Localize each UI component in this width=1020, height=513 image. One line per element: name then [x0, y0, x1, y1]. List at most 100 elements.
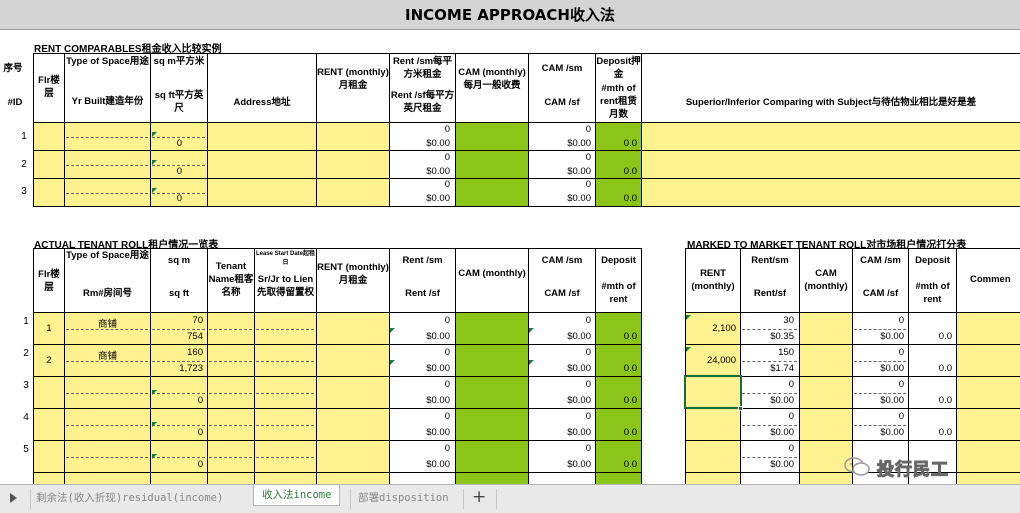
deposit-header: Deposit押金	[596, 56, 641, 80]
yr-built-header: Yr Built建造年份	[71, 96, 144, 107]
type-of-space-header: Type of Space用途	[66, 56, 149, 67]
mm-rent-value: 2,100	[712, 323, 736, 334]
tr-cam-sf-value: $0.00	[567, 363, 591, 374]
tr-lease-start-header: Lease Start Date起租日	[255, 251, 316, 266]
tr-cam-sf-value: $0.00	[567, 427, 591, 438]
tr-mth-value: 0.0	[623, 363, 637, 374]
watermark: 投行民工	[843, 452, 993, 482]
tr-mth-header: #mth of rent	[601, 281, 636, 305]
comp-rent-sm-value: 0	[444, 152, 450, 163]
mm-rent-sf-value: $0.00	[770, 427, 794, 438]
add-sheet-button[interactable]: +	[472, 487, 486, 507]
comp-mth-value: 0.0	[623, 138, 637, 149]
mm-cam-sf-header: CAM /sf	[862, 288, 899, 299]
spreadsheet-grid[interactable]: INCOME APPROACH收入法 RENT COMPARABLES租金收入比…	[0, 0, 1020, 484]
tr-cam-sf-value: $0.00	[567, 395, 591, 406]
comp-cam-sf-value: $0.00	[567, 166, 591, 177]
mm-cam-sf-value: $0.00	[880, 363, 904, 374]
tr-rent-header: RENT (monthly)月租金	[317, 262, 389, 286]
tr-type-value: 商铺	[97, 319, 117, 330]
mm-cam-sm-value: 0	[898, 411, 904, 422]
tr-cam-sm-value: 0	[585, 347, 591, 358]
address-header: Address地址	[233, 97, 291, 108]
tr-cam-header: CAM (monthly)	[458, 268, 526, 279]
tr-rent-sm-value: 0	[444, 443, 450, 454]
comp-flr-col[interactable]	[34, 123, 64, 206]
tr-cam-col[interactable]	[456, 313, 528, 484]
tr-sqft-value: 1,723	[179, 363, 203, 374]
comp-rent-sm-value: 0	[444, 179, 450, 190]
tr-sqft-value: 754	[187, 331, 203, 342]
tr-cam-sm-value: 0	[585, 411, 591, 422]
tr-tenant-col[interactable]	[208, 313, 254, 484]
selected-cell[interactable]	[684, 375, 742, 409]
tr-rent-col[interactable]	[317, 313, 389, 484]
seq-header: 序号	[3, 63, 23, 74]
tr-deposit-header: Deposit	[601, 255, 636, 266]
tab-divider	[463, 489, 464, 509]
tr-row-no: 5	[23, 444, 29, 455]
tr-flr-col[interactable]	[34, 313, 64, 484]
tr-sqm-value: 160	[187, 347, 203, 358]
tab-divider	[496, 489, 497, 509]
tr-rent-sm-header: Rent /sm	[402, 255, 443, 266]
comp-address-col[interactable]	[208, 123, 316, 206]
comp-row-id: 3	[21, 186, 27, 197]
mm-mth-header: #mth of rent	[915, 281, 950, 305]
tr-type-value: 商铺	[97, 351, 117, 362]
tr-row-no: 3	[23, 380, 29, 391]
mm-rent-sm-value: 0	[788, 443, 794, 454]
tr-lease-col[interactable]	[255, 313, 316, 484]
tr-rent-sm-value: 0	[444, 411, 450, 422]
tab-residual[interactable]: 剩余法(收入折现)residual(income)	[36, 488, 223, 509]
tr-sqft-value: 0	[197, 459, 203, 470]
id-header: #ID	[7, 97, 23, 108]
comp-rent-sm-value: 0	[444, 124, 450, 135]
tr-sqm-header: sq m	[167, 255, 191, 266]
comp-cam-sf-value: $0.00	[567, 193, 591, 204]
mm-rent-header: RENT (monthly)	[691, 268, 735, 292]
mm-mth-value: 0.0	[938, 427, 952, 438]
tr-mth-value: 0.0	[623, 459, 637, 470]
comp-row-id: 2	[21, 159, 27, 170]
tr-cam-sm-value: 0	[585, 315, 591, 326]
mm-mth-value: 0.0	[938, 331, 952, 342]
mm-cam-sm-value: 0	[898, 315, 904, 326]
mm-mth-value: 0.0	[938, 363, 952, 374]
mm-rent-sm-value: 150	[778, 347, 794, 358]
mm-rent-sf-value: $0.00	[770, 459, 794, 470]
comp-cam-col[interactable]	[456, 123, 528, 206]
tr-rent-sf-value: $0.00	[426, 427, 450, 438]
tr-rent-sf-value: $0.00	[426, 331, 450, 342]
tab-divider	[350, 489, 351, 509]
tr-flr-value: 1	[46, 323, 52, 334]
mth-rent-header: #mth of rent租赁月数	[600, 83, 637, 120]
cam-sm-header: CAM /sm	[541, 63, 583, 74]
flr-header: Flr楼层	[38, 75, 60, 99]
tr-sqft-value: 0	[197, 427, 203, 438]
tr-rent-sm-value: 0	[444, 315, 450, 326]
tab-disposition[interactable]: 部署disposition	[358, 488, 449, 509]
rent-sqm-header: Rent /sm每平方米租金	[392, 56, 453, 80]
rent-monthly-header: RENT (monthly)月租金	[317, 67, 389, 91]
tr-cam-sf-value: $0.00	[567, 459, 591, 470]
mm-rent-sm-header: Rent/sm	[751, 255, 789, 266]
mm-cam-sf-value: $0.00	[880, 427, 904, 438]
tab-income[interactable]: 收入法income	[253, 485, 341, 506]
tr-type-col[interactable]	[65, 313, 150, 484]
comp-sqft-value: 0	[176, 193, 182, 204]
fill-handle[interactable]	[738, 406, 743, 411]
play-icon[interactable]	[10, 493, 17, 503]
comp-sqft-value: 0	[176, 166, 182, 177]
tr-rent-sf-value: $0.00	[426, 395, 450, 406]
comp-comparing-col[interactable]	[642, 123, 1020, 206]
mm-cam-sm-header: CAM /sm	[860, 255, 901, 266]
mm-rent-value: 24,000	[706, 355, 736, 366]
comp-rent-col[interactable]	[317, 123, 389, 206]
cam-monthly-header: CAM (monthly)每月一般收费	[458, 67, 526, 91]
comp-row-id: 1	[21, 131, 27, 142]
tr-mth-value: 0.0	[623, 395, 637, 406]
tr-tenant-header: Tenant Name租客名称	[208, 261, 254, 298]
tr-flr-header: Flr楼层	[38, 269, 60, 293]
sqm-header: sq m平方米	[153, 56, 205, 67]
